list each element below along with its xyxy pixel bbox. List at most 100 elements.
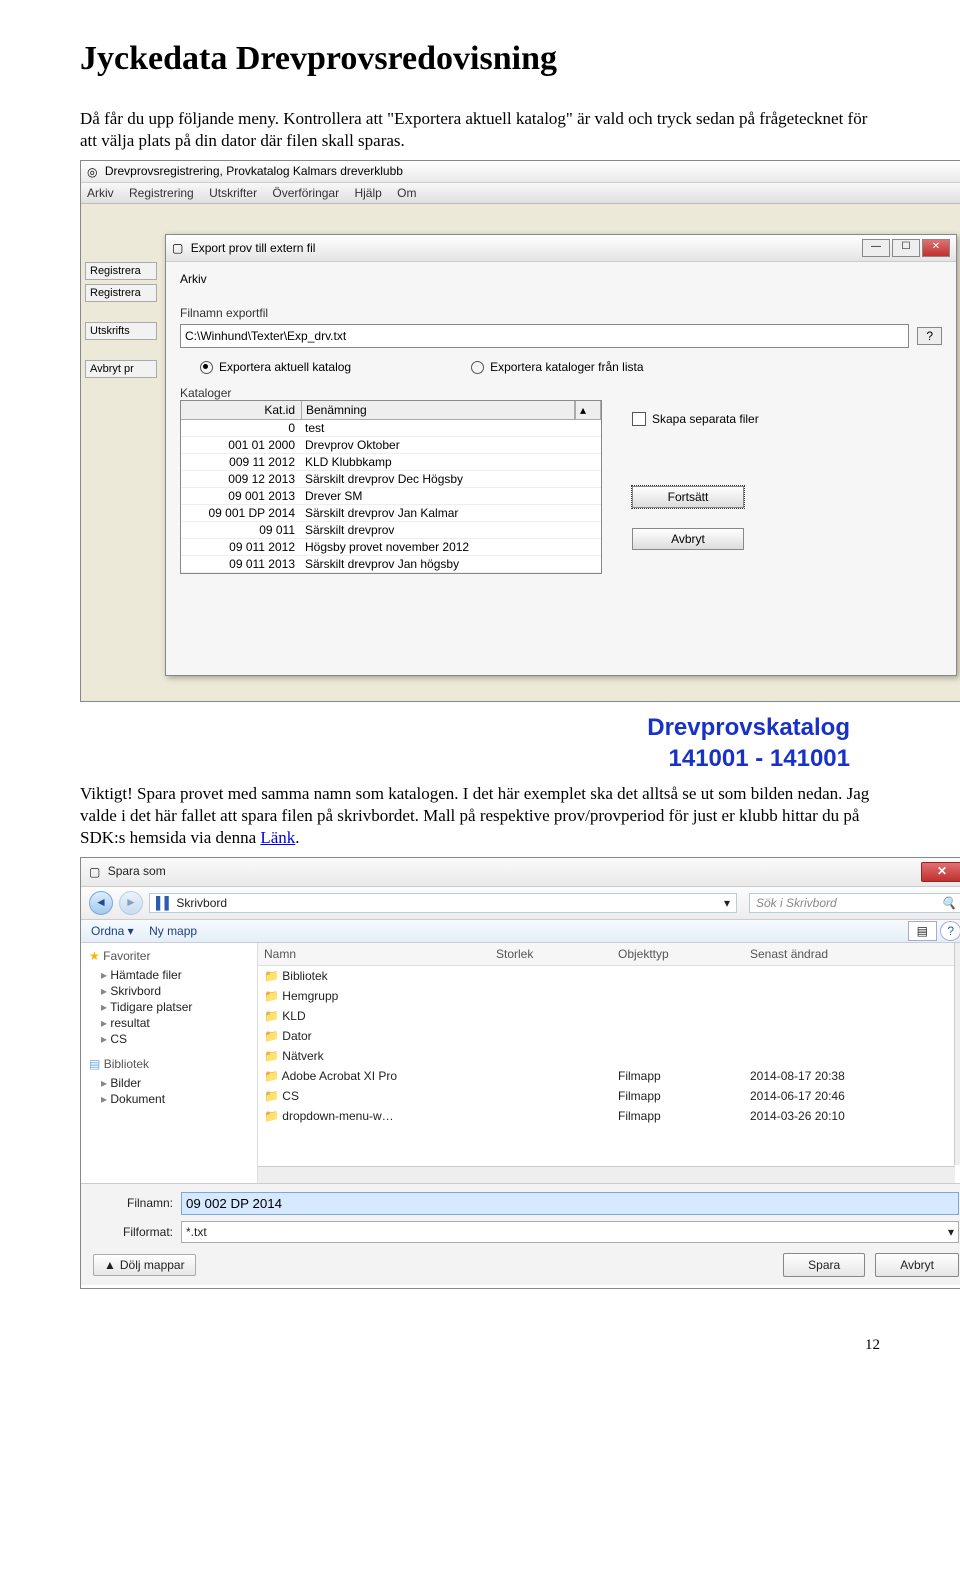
table-row[interactable]: 09 001 DP 2014Särskilt drevprov Jan Kalm… — [181, 505, 601, 522]
help-button[interactable]: ? — [940, 921, 960, 941]
filnamn-label: Filnamn exportfil — [180, 306, 942, 320]
list-item[interactable]: 📁 Nätverk — [258, 1046, 960, 1066]
menu-registrering[interactable]: Registrering — [129, 186, 194, 200]
filformat-label: Filformat: — [93, 1225, 181, 1239]
side-btn[interactable]: Registrera — [85, 284, 157, 302]
tb-nymapp[interactable]: Ny mapp — [149, 924, 197, 938]
spara-button[interactable]: Spara — [783, 1253, 865, 1277]
menu-hjalp[interactable]: Hjälp — [354, 186, 381, 200]
window-icon: ▢ — [172, 241, 183, 255]
blue-heading-2: 141001 - 141001 — [669, 745, 851, 772]
list-item[interactable]: 📁 Bibliotek — [258, 966, 960, 986]
radio-fran-lista[interactable]: Exportera kataloger från lista — [471, 360, 643, 374]
radio-label: Exportera kataloger från lista — [490, 360, 643, 374]
col-storlek[interactable]: Storlek — [490, 943, 612, 965]
col-namn[interactable]: Namn — [258, 943, 490, 965]
radio-icon — [200, 361, 213, 374]
view-button[interactable]: ▤ — [908, 921, 937, 941]
sidebar-item[interactable]: ▸ resultat — [89, 1015, 249, 1031]
search-input[interactable]: Sök i Skrivbord 🔍 — [749, 893, 960, 913]
screenshot-2: ▢ Spara som ✕ ◄ ► ▌▌ Skrivbord ▾ Sök i S… — [80, 857, 960, 1289]
table-row[interactable]: 009 12 2013Särskilt drevprov Dec Högsby — [181, 471, 601, 488]
minimize-button[interactable]: — — [862, 239, 890, 257]
radio-aktuell[interactable]: Exportera aktuell katalog — [200, 360, 351, 374]
list-item[interactable]: 📁 Hemgrupp — [258, 986, 960, 1006]
filformat-select[interactable]: *.txt ▾ — [181, 1221, 959, 1243]
table-row[interactable]: 009 11 2012KLD Klubbkamp — [181, 454, 601, 471]
filnamn-input[interactable] — [180, 324, 909, 348]
kataloger-table[interactable]: Kat.id Benämning ▴ 0test001 01 2000Drevp… — [180, 400, 602, 574]
sidebar-item[interactable]: ▸ Dokument — [89, 1091, 249, 1107]
close-button[interactable]: ✕ — [921, 862, 960, 882]
chk-label: Skapa separata filer — [652, 412, 759, 426]
list-item[interactable]: 📁 CSFilmapp2014-06-17 20:46 — [258, 1086, 960, 1106]
screenshot-1: ◎ Drevprovsregistrering, Provkatalog Kal… — [80, 160, 960, 702]
blue-heading-1: Drevprovskatalog — [647, 714, 850, 741]
avbryt-button[interactable]: Avbryt — [875, 1253, 959, 1277]
page-title: Jyckedata Drevprovsredovisning — [80, 40, 880, 78]
modal-menu[interactable]: Arkiv — [180, 272, 942, 286]
list-item[interactable]: 📁 Adobe Acrobat XI ProFilmapp2014-08-17 … — [258, 1066, 960, 1086]
avbryt-button[interactable]: Avbryt — [632, 528, 744, 550]
list-item[interactable]: 📁 dropdown-menu-w…Filmapp2014-03-26 20:1… — [258, 1106, 960, 1126]
menu-utskrifter[interactable]: Utskrifter — [209, 186, 257, 200]
page-number: 12 — [0, 1317, 960, 1364]
modal-title-text: Export prov till extern fil — [191, 241, 316, 255]
sidebar-item[interactable]: ▸ Bilder — [89, 1075, 249, 1091]
col-typ[interactable]: Objekttyp — [612, 943, 744, 965]
th-benamning[interactable]: Benämning — [302, 401, 575, 419]
chevron-up-icon: ▲ — [104, 1258, 116, 1272]
chk-skapa-separata[interactable]: Skapa separata filer — [632, 412, 759, 426]
list-item[interactable]: 📁 KLD — [258, 1006, 960, 1026]
dolj-mappar-button[interactable]: ▲ Dölj mappar — [93, 1254, 196, 1276]
para-1: Då får du upp följande meny. Kontrollera… — [80, 108, 880, 152]
filnamn-label: Filnamn: — [93, 1196, 181, 1210]
checkbox-icon — [632, 412, 646, 426]
filnamn-input[interactable] — [181, 1192, 959, 1215]
kataloger-label: Kataloger — [180, 386, 942, 400]
save-dialog-title: Spara som — [108, 864, 166, 878]
list-item[interactable]: 📁 Dator — [258, 1026, 960, 1046]
save-dialog-icon: ▢ — [89, 865, 100, 879]
radio-label: Exportera aktuell katalog — [219, 360, 351, 374]
grp-favoriter: ★ Favoriter — [89, 949, 249, 963]
menu-om[interactable]: Om — [397, 186, 416, 200]
side-btn[interactable]: Avbryt pr — [85, 360, 157, 378]
nav-back-icon[interactable]: ◄ — [89, 891, 113, 915]
maximize-button[interactable]: ☐ — [892, 239, 920, 257]
menu-arkiv[interactable]: Arkiv — [87, 186, 114, 200]
col-andrad[interactable]: Senast ändrad — [744, 943, 906, 965]
sidebar-item[interactable]: ▸ CS — [89, 1031, 249, 1047]
table-row[interactable]: 001 01 2000Drevprov Oktober — [181, 437, 601, 454]
nav-sidebar: ★ Favoriter ▸ Hämtade filer▸ Skrivbord▸ … — [81, 943, 258, 1183]
table-row[interactable]: 09 011 2013Särskilt drevprov Jan högsby — [181, 556, 601, 573]
sidebar-item[interactable]: ▸ Skrivbord — [89, 983, 249, 999]
th-katid[interactable]: Kat.id — [181, 401, 302, 419]
sidebar-item[interactable]: ▸ Hämtade filer — [89, 967, 249, 983]
tb-ordna[interactable]: Ordna ▾ — [91, 924, 134, 938]
table-row[interactable]: 0test — [181, 420, 601, 437]
breadcrumb[interactable]: ▌▌ Skrivbord ▾ — [149, 893, 737, 913]
close-button[interactable]: ✕ — [922, 239, 950, 257]
menu-overforingar[interactable]: Överföringar — [272, 186, 339, 200]
radio-icon — [471, 361, 484, 374]
vscrollbar[interactable] — [954, 943, 960, 1165]
side-btn[interactable]: Registrera — [85, 262, 157, 280]
table-row[interactable]: 09 011 2012Högsby provet november 2012 — [181, 539, 601, 556]
table-row[interactable]: 09 011Särskilt drevprov — [181, 522, 601, 539]
link-lank[interactable]: Länk — [260, 828, 295, 847]
table-row[interactable]: 09 001 2013Drever SM — [181, 488, 601, 505]
side-buttons: Registrera Registrera Utskrifts Avbryt p… — [85, 262, 157, 382]
side-btn[interactable]: Utskrifts — [85, 322, 157, 340]
browse-button[interactable]: ? — [917, 327, 942, 345]
grp-bibliotek: ▤ Bibliotek — [89, 1057, 249, 1071]
nav-fwd-icon[interactable]: ► — [119, 891, 143, 915]
fortsatt-button[interactable]: Fortsätt — [632, 486, 744, 508]
app-titlebar: ◎ Drevprovsregistrering, Provkatalog Kal… — [81, 161, 960, 183]
sidebar-item[interactable]: ▸ Tidigare platser — [89, 999, 249, 1015]
para-2: Viktigt! Spara provet med samma namn som… — [80, 783, 880, 849]
app-icon: ◎ — [87, 165, 97, 179]
scroll-up-icon[interactable]: ▴ — [575, 401, 601, 419]
hscrollbar[interactable] — [258, 1166, 955, 1183]
menubar: Arkiv Registrering Utskrifter Överföring… — [81, 183, 960, 204]
